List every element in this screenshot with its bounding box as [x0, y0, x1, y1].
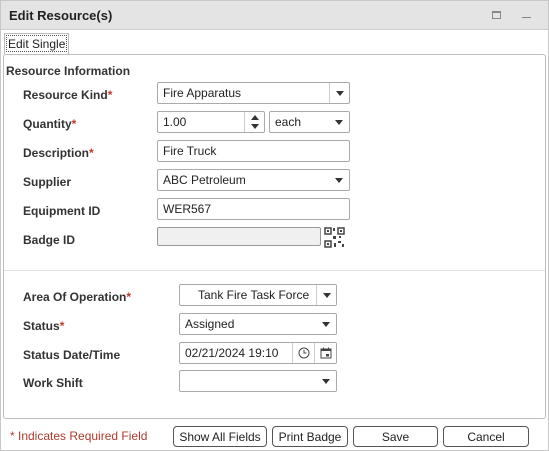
area-of-operation-value: Tank Fire Task Force [198, 288, 310, 302]
minimize-icon [521, 16, 531, 18]
maximize-icon [491, 11, 501, 19]
equipment-id-input[interactable]: WER567 [157, 198, 350, 220]
maximize-button[interactable] [487, 6, 505, 24]
clock-icon[interactable] [292, 343, 314, 363]
supplier-value: ABC Petroleum [163, 173, 246, 187]
resource-kind-label-text: Resource Kind [23, 88, 108, 102]
quantity-unit-select[interactable]: each [269, 111, 350, 133]
status-select[interactable]: Assigned [179, 313, 337, 335]
cancel-button[interactable]: Cancel [443, 426, 529, 447]
required-marker: * [107, 88, 113, 102]
status-label: Status* [23, 319, 64, 333]
description-value: Fire Truck [163, 144, 217, 158]
chevron-down-icon[interactable] [316, 285, 336, 305]
description-label: Description* [23, 146, 94, 160]
quantity-unit-value: each [275, 115, 302, 129]
area-of-operation-select[interactable]: Tank Fire Task Force [179, 284, 337, 306]
chevron-down-icon[interactable] [316, 371, 336, 391]
quantity-label-text: Quantity [23, 117, 72, 131]
equipment-id-value: WER567 [163, 202, 212, 216]
chevron-down-icon[interactable] [316, 314, 336, 334]
work-shift-select[interactable] [179, 370, 337, 392]
badge-id-label: Badge ID [23, 233, 76, 247]
chevron-down-icon[interactable] [329, 170, 349, 190]
section-title-resource-information: Resource Information [6, 64, 131, 78]
required-field-note: * Indicates Required Field [10, 429, 148, 443]
status-datetime-label: Status Date/Time [23, 348, 121, 362]
area-of-operation-label: Area Of Operation* [23, 290, 131, 304]
resource-kind-select[interactable]: Fire Apparatus [157, 82, 350, 104]
status-datetime-value: 02/21/2024 19:10 [185, 346, 279, 360]
description-input[interactable]: Fire Truck [157, 140, 350, 162]
required-marker: * [89, 146, 94, 160]
work-shift-label: Work Shift [23, 376, 83, 390]
chevron-down-icon[interactable] [329, 83, 349, 103]
area-of-operation-label-text: Area Of Operation [23, 290, 127, 304]
description-label-text: Description [23, 146, 90, 160]
required-marker: * [126, 290, 132, 304]
spinner-icon[interactable] [244, 112, 264, 132]
status-datetime-input[interactable]: 02/21/2024 19:10 [179, 342, 337, 364]
status-value: Assigned [185, 317, 235, 331]
show-all-fields-button[interactable]: Show All Fields [173, 426, 267, 447]
required-marker: * [71, 117, 77, 131]
edit-resource-dialog: Edit Resource(s) Edit Single Resource In… [0, 0, 549, 451]
status-label-text: Status [23, 319, 60, 333]
chevron-down-icon[interactable] [329, 112, 349, 132]
badge-id-input [157, 227, 321, 246]
resource-form-panel: Resource Information Resource Kind* Fire… [3, 54, 546, 419]
supplier-label: Supplier [23, 175, 72, 189]
minimize-button[interactable] [517, 6, 535, 24]
equipment-id-label: Equipment ID [23, 204, 101, 218]
quantity-value: 1.00 [163, 115, 187, 129]
resource-kind-value: Fire Apparatus [163, 86, 242, 100]
print-badge-button[interactable]: Print Badge [272, 426, 348, 447]
required-marker: * [59, 319, 65, 333]
dialog-title: Edit Resource(s) [9, 8, 113, 23]
calendar-icon[interactable] [314, 343, 336, 363]
dialog-titlebar[interactable]: Edit Resource(s) [1, 1, 548, 30]
tab-edit-single[interactable]: Edit Single [4, 33, 70, 54]
section-divider [4, 270, 545, 271]
supplier-select[interactable]: ABC Petroleum [157, 169, 350, 191]
quantity-label: Quantity* [23, 117, 76, 131]
quantity-stepper[interactable]: 1.00 [157, 111, 265, 133]
save-button[interactable]: Save [353, 426, 438, 447]
resource-kind-label: Resource Kind* [23, 88, 112, 102]
qr-code-icon[interactable] [324, 227, 345, 248]
